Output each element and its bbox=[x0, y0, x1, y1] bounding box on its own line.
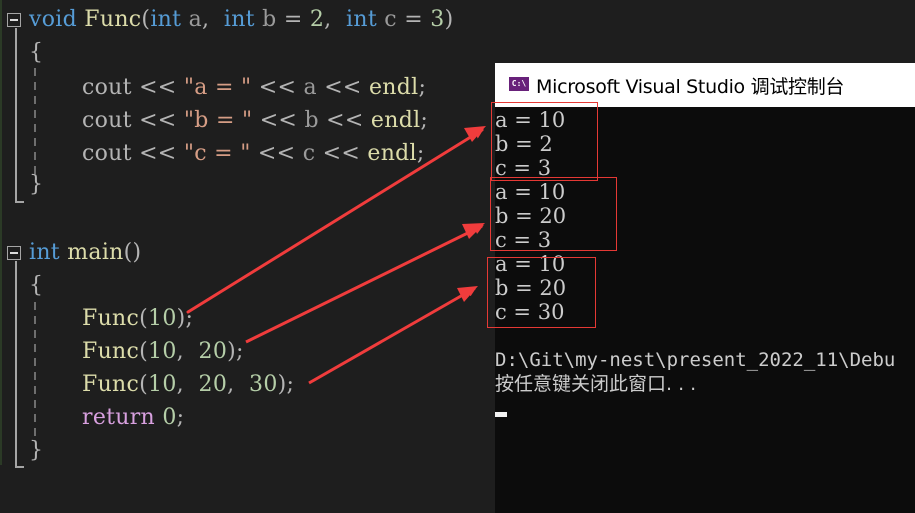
cout: cout bbox=[82, 75, 132, 100]
console-app-icon: C:\ bbox=[509, 77, 529, 91]
func-close-brace: } bbox=[29, 172, 44, 197]
semicolon: ; bbox=[420, 108, 429, 133]
arg: 10 bbox=[148, 372, 177, 397]
stream-op: << bbox=[326, 108, 364, 133]
semicolon: ; bbox=[416, 141, 425, 166]
close-paren: ) bbox=[176, 306, 186, 331]
default-b: 2 bbox=[309, 7, 325, 32]
cout-line-a: cout << "a = " << a << endl; bbox=[82, 71, 426, 104]
param-a: a bbox=[188, 7, 202, 32]
var-ref: b bbox=[304, 108, 319, 133]
keyword-void: void bbox=[29, 7, 77, 32]
console-title: Microsoft Visual Studio 调试控制台 bbox=[536, 76, 845, 98]
main-declaration-line: int main() bbox=[29, 236, 141, 269]
main-function-name: main bbox=[67, 240, 124, 265]
keyword-int: int bbox=[150, 7, 182, 32]
call-line-1: Func(10); bbox=[82, 302, 193, 335]
highlight-box-call-1 bbox=[491, 102, 598, 181]
arg: 20 bbox=[198, 339, 228, 364]
collapse-func-icon[interactable] bbox=[7, 13, 21, 27]
console-title-bar[interactable]: C:\ Microsoft Visual Studio 调试控制台 bbox=[495, 63, 915, 107]
semicolon: ; bbox=[176, 405, 185, 430]
comma: , bbox=[176, 372, 192, 397]
console-cursor bbox=[495, 412, 507, 417]
semicolon: ; bbox=[286, 372, 295, 397]
cout-line-c: cout << "c = " << c << endl; bbox=[82, 137, 425, 170]
call-name: Func bbox=[82, 372, 140, 397]
cout: cout bbox=[82, 108, 132, 133]
close-paren: ) bbox=[227, 339, 237, 364]
fold-guide-main bbox=[15, 261, 17, 467]
endl: endl bbox=[368, 75, 419, 100]
var-ref: a bbox=[303, 75, 317, 100]
call-line-3: Func(10, 20, 30); bbox=[82, 368, 294, 401]
arg: 30 bbox=[249, 372, 278, 397]
endl: endl bbox=[370, 108, 421, 133]
fold-guide-main-end bbox=[15, 466, 24, 468]
arg: 10 bbox=[148, 306, 177, 331]
fold-guide-func-end bbox=[15, 201, 24, 203]
press-key-prompt: 按任意键关闭此窗口. . . bbox=[495, 373, 697, 395]
change-indicator-bar bbox=[0, 0, 2, 465]
return-line: return 0; bbox=[82, 401, 184, 434]
keyword-return: return bbox=[82, 405, 156, 430]
var-ref: c bbox=[302, 141, 316, 166]
semicolon: ; bbox=[418, 75, 427, 100]
stream-op: << bbox=[258, 75, 297, 100]
keyword-int: int bbox=[223, 7, 255, 32]
arg: 20 bbox=[198, 372, 228, 397]
param-c: c bbox=[384, 7, 397, 32]
string-literal: "b = " bbox=[183, 108, 253, 133]
open-paren: ( bbox=[139, 306, 149, 331]
stream-op: << bbox=[322, 141, 361, 166]
collapse-main-icon[interactable] bbox=[7, 246, 21, 260]
main-open-brace: { bbox=[29, 273, 44, 298]
semicolon: ; bbox=[185, 306, 194, 331]
call-name: Func bbox=[82, 306, 140, 331]
arg: 10 bbox=[148, 339, 177, 364]
return-value: 0 bbox=[162, 405, 177, 430]
string-literal: "c = " bbox=[183, 141, 251, 166]
indent-guide-func bbox=[34, 68, 36, 180]
open-paren: ( bbox=[141, 7, 151, 32]
comma: , bbox=[176, 339, 192, 364]
call-name: Func bbox=[82, 339, 140, 364]
stream-op: << bbox=[139, 108, 177, 133]
cout: cout bbox=[82, 141, 132, 166]
stream-op: << bbox=[257, 141, 296, 166]
cout-line-b: cout << "b = " << b << endl; bbox=[82, 104, 428, 137]
parens: () bbox=[123, 240, 142, 265]
stream-op: << bbox=[139, 75, 177, 100]
highlight-box-call-3 bbox=[487, 257, 596, 328]
open-paren: ( bbox=[139, 372, 149, 397]
comma: , bbox=[227, 372, 242, 397]
main-close-brace: } bbox=[29, 438, 44, 463]
fold-guide-func bbox=[15, 28, 17, 202]
comma: , bbox=[201, 7, 210, 32]
string-literal: "a = " bbox=[183, 75, 252, 100]
exe-path-line: D:\Git\my-nest\present_2022_11\Debu bbox=[495, 349, 896, 371]
param-b: b bbox=[262, 7, 277, 32]
call-line-2: Func(10, 20); bbox=[82, 335, 244, 368]
default-c: 3 bbox=[430, 7, 445, 32]
indent-guide-main bbox=[34, 302, 36, 438]
stream-op: << bbox=[259, 108, 298, 133]
comma: , bbox=[324, 7, 332, 32]
highlight-box-call-2 bbox=[490, 177, 617, 251]
equals: = bbox=[404, 7, 423, 32]
keyword-int: int bbox=[29, 240, 60, 265]
stream-op: << bbox=[324, 75, 362, 100]
endl: endl bbox=[367, 141, 417, 166]
function-name: Func bbox=[84, 7, 142, 32]
open-paren: ( bbox=[139, 339, 149, 364]
stream-op: << bbox=[139, 141, 177, 166]
func-open-brace: { bbox=[29, 40, 44, 65]
close-paren: ) bbox=[444, 7, 454, 32]
func-declaration-line: void Func(int a, int b = 2, int c = 3) bbox=[29, 3, 453, 36]
semicolon: ; bbox=[236, 339, 244, 364]
close-paren: ) bbox=[277, 372, 287, 397]
equals: = bbox=[283, 7, 303, 32]
keyword-int: int bbox=[346, 7, 377, 32]
